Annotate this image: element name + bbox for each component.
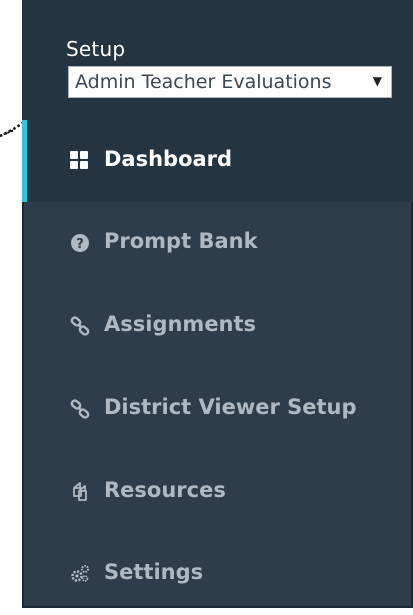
copy-icon	[73, 482, 87, 501]
sidebar-item-settings[interactable]: Settings	[22, 533, 413, 615]
sidebar-item-label: Assignments	[104, 312, 257, 336]
sidebar-item-label: Dashboard	[104, 147, 233, 171]
setup-select-value: Admin Teacher Evaluations	[75, 71, 332, 93]
setup-label: Setup	[66, 37, 126, 61]
setup-select[interactable]: Admin Teacher Evaluations ▼	[68, 66, 392, 98]
sidebar-item-district-viewer-setup[interactable]: District Viewer Setup	[22, 368, 413, 450]
sidebar-item-dashboard[interactable]: Dashboard	[22, 120, 413, 202]
link-icon	[70, 316, 90, 336]
link-icon	[70, 399, 90, 419]
sidebar-item-label: District Viewer Setup	[104, 395, 357, 419]
sidebar-item-label: Prompt Bank	[104, 229, 258, 253]
sidebar-item-resources[interactable]: Resources	[22, 451, 413, 533]
question-circle-icon: ?	[71, 234, 89, 252]
sidebar-item-label: Resources	[104, 478, 226, 502]
active-indicator	[22, 120, 27, 202]
svg-text:?: ?	[76, 237, 84, 252]
sidebar-item-assignments[interactable]: Assignments	[22, 285, 413, 367]
sidebar: Setup Admin Teacher Evaluations ▼ Dashbo…	[22, 0, 413, 608]
dashboard-icon	[70, 151, 89, 170]
sidebar-item-prompt-bank[interactable]: ? Prompt Bank	[22, 202, 413, 284]
setup-section: Setup Admin Teacher Evaluations ▼	[22, 0, 413, 120]
chevron-down-icon: ▼	[372, 74, 382, 88]
gears-icon	[71, 565, 89, 582]
sidebar-item-label: Settings	[104, 560, 204, 584]
